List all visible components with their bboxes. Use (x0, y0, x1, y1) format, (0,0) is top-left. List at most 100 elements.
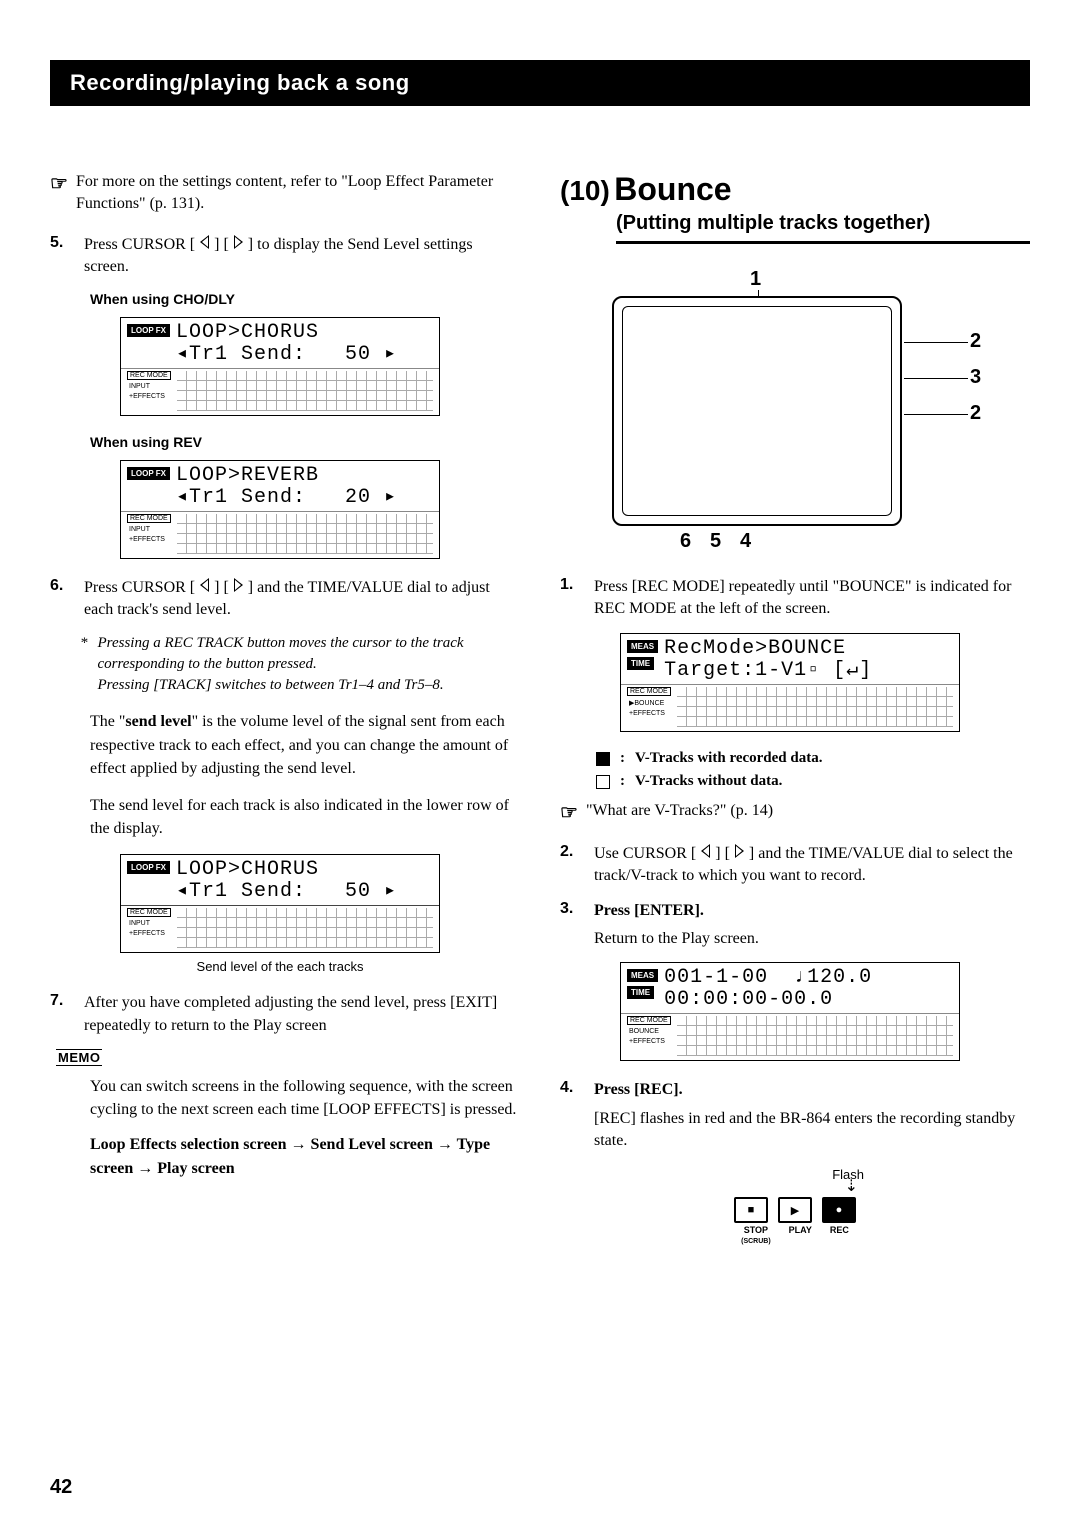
cursor-left-icon (200, 235, 209, 249)
lcd-reverb: LOOP FX LOOP>REVERB ◂Tr1 Send: 20 ▸ REC … (120, 460, 440, 559)
lcd-play-screen: MEAS TIME 001-1-00 ♩120.0 00:00:00-00.0 … (620, 962, 960, 1061)
asterisk: * (80, 633, 88, 696)
lcd-tag-time: TIME (627, 986, 654, 999)
step-number: 2. (560, 843, 582, 888)
paragraph-send-level: The "send level" is the volume level of … (90, 710, 520, 780)
callout-2b: 2 (970, 402, 981, 425)
lcd-text: LOOP>CHORUS ◂Tr1 Send: 50 ▸ (176, 859, 397, 903)
play-button-icon: ▶ (778, 1197, 812, 1223)
lcd-meters (677, 1016, 953, 1056)
lcd-side-input: INPUT (127, 383, 171, 390)
filled-square-icon (596, 752, 610, 766)
lcd-text: 001-1-00 ♩120.0 00:00:00-00.0 (664, 967, 872, 1011)
lcd-side-recmode: REC MODE (627, 1016, 671, 1025)
lcd-side-recmode: REC MODE (127, 908, 171, 917)
left-column: ☞ For more on the settings content, refe… (50, 171, 520, 1245)
section-number: (10) (560, 175, 610, 206)
callout-6: 6 (680, 530, 691, 553)
lcd-text: LOOP>REVERB ◂Tr1 Send: 20 ▸ (176, 465, 397, 509)
callout-3: 3 (970, 366, 981, 389)
paragraph-lower-row: The send level for each track is also in… (90, 794, 520, 840)
cursor-right-icon (234, 578, 243, 592)
cursor-right-icon (234, 235, 243, 249)
legend-filled: : V-Tracks with recorded data. (596, 750, 1030, 767)
section-name: Bounce (614, 171, 731, 207)
step-text: Press [ENTER]. (594, 900, 1030, 922)
device-diagram: 1 2 3 2 6 5 4 (590, 268, 1000, 548)
step-2: 2. Use CURSOR [ ] [ ] and the TIME/VALUE… (560, 843, 1030, 888)
lcd-side-recmode: REC MODE (127, 371, 171, 380)
lcd-side-input: INPUT (127, 526, 171, 533)
callout-4: 4 (740, 530, 751, 553)
lcd-side-input: INPUT (127, 920, 171, 927)
stop-button-icon: ■ (734, 1197, 768, 1223)
step-7: 7. After you have completed adjusting th… (50, 992, 520, 1037)
memo-block: MEMO You can switch screens in the follo… (50, 1049, 520, 1180)
pointing-hand-icon: ☞ (50, 171, 68, 216)
lcd-side-effects: +EFFECTS (627, 1038, 671, 1045)
step-text: Press [REC]. (594, 1079, 1030, 1101)
reference-text: For more on the settings content, refer … (76, 171, 520, 216)
lcd-tag-meas: MEAS (627, 640, 658, 653)
sublabel-rev: When using REV (90, 434, 520, 450)
step-text: Press CURSOR [ ] [ ] to display the Send… (84, 234, 520, 279)
memo-label: MEMO (56, 1049, 102, 1066)
lcd-side-recmode: REC MODE (127, 514, 171, 523)
memo-text: You can switch screens in the following … (90, 1075, 520, 1121)
step-number: 5. (50, 234, 72, 279)
step-text: Press CURSOR [ ] [ ] and the TIME/VALUE … (84, 577, 520, 622)
lcd-caption: Send level of the each tracks (120, 959, 440, 974)
step-6: 6. Press CURSOR [ ] [ ] and the TIME/VAL… (50, 577, 520, 622)
lcd-tag-loopfx: LOOP FX (127, 467, 170, 480)
step-subtext: Return to the Play screen. (594, 928, 1030, 950)
callout-5: 5 (710, 530, 721, 553)
lcd-recmode-bounce: MEAS TIME RecMode>BOUNCE Target:1-V1▫ [↵… (620, 633, 960, 732)
step-body: Press [REC]. [REC] flashes in red and th… (594, 1079, 1030, 1152)
step-text: Press [REC MODE] repeatedly until "BOUNC… (594, 576, 1030, 621)
step-number: 3. (560, 900, 582, 951)
lcd-side-bounce: BOUNCE (627, 1028, 671, 1035)
lcd-side-effects: +EFFECTS (127, 393, 171, 400)
lcd-side-recmode: REC MODE (627, 687, 671, 696)
callout-1: 1 (750, 268, 761, 291)
memo-sequence: Loop Effects selection screen → Send Lev… (90, 1133, 520, 1179)
reference-block: ☞ For more on the settings content, refe… (50, 171, 520, 216)
step-1: 1. Press [REC MODE] repeatedly until "BO… (560, 576, 1030, 621)
cursor-right-icon (735, 844, 744, 858)
reference-block-vtracks: ☞ "What are V-Tracks?" (p. 14) (560, 800, 1030, 825)
lcd-chorus: LOOP FX LOOP>CHORUS ◂Tr1 Send: 50 ▸ REC … (120, 317, 440, 416)
callout-2a: 2 (970, 330, 981, 353)
lcd-text: LOOP>CHORUS ◂Tr1 Send: 50 ▸ (176, 322, 397, 366)
pointing-hand-icon: ☞ (560, 800, 578, 825)
step-text: Use CURSOR [ ] [ ] and the TIME/VALUE di… (594, 843, 1030, 888)
step-number: 6. (50, 577, 72, 622)
lcd-meters (177, 371, 433, 411)
lcd-meters (677, 687, 953, 727)
lcd-meters (177, 514, 433, 554)
play-button-label: PLAY (789, 1225, 812, 1245)
cursor-left-icon (200, 578, 209, 592)
section-header: Recording/playing back a song (50, 60, 1030, 106)
step-4: 4. Press [REC]. [REC] flashes in red and… (560, 1079, 1030, 1152)
lcd-side-effects: +EFFECTS (127, 930, 171, 937)
note-line: Pressing a REC TRACK button moves the cu… (98, 633, 521, 675)
lcd-tag-loopfx: LOOP FX (127, 324, 170, 337)
sublabel-cho-dly: When using CHO/DLY (90, 291, 520, 307)
stop-button-label: STOP(SCRUB) (741, 1225, 771, 1245)
lcd-side-effects: +EFFECTS (627, 710, 671, 717)
step-6-note: * Pressing a REC TRACK button moves the … (80, 633, 520, 696)
step-body: Press [ENTER]. Return to the Play screen… (594, 900, 1030, 951)
right-column: (10) Bounce (Putting multiple tracks tog… (560, 171, 1030, 1245)
step-number: 1. (560, 576, 582, 621)
lcd-tag-time: TIME (627, 657, 654, 670)
step-5: 5. Press CURSOR [ ] [ ] to display the S… (50, 234, 520, 279)
legend-text: V-Tracks without data. (635, 773, 782, 790)
flash-figure: Flash ⇣ ■ ▶ ● STOP(SCRUB) PLAY REC (710, 1167, 880, 1246)
rec-button-label: REC (830, 1225, 849, 1245)
step-number: 4. (560, 1079, 582, 1152)
lcd-chorus-levels: LOOP FX LOOP>CHORUS ◂Tr1 Send: 50 ▸ REC … (120, 854, 440, 974)
step-number: 7. (50, 992, 72, 1037)
section-title: (10) Bounce (560, 171, 1030, 208)
step-subtext: [REC] flashes in red and the BR-864 ente… (594, 1108, 1030, 1153)
lcd-side-bounce: ▶BOUNCE (627, 699, 671, 707)
